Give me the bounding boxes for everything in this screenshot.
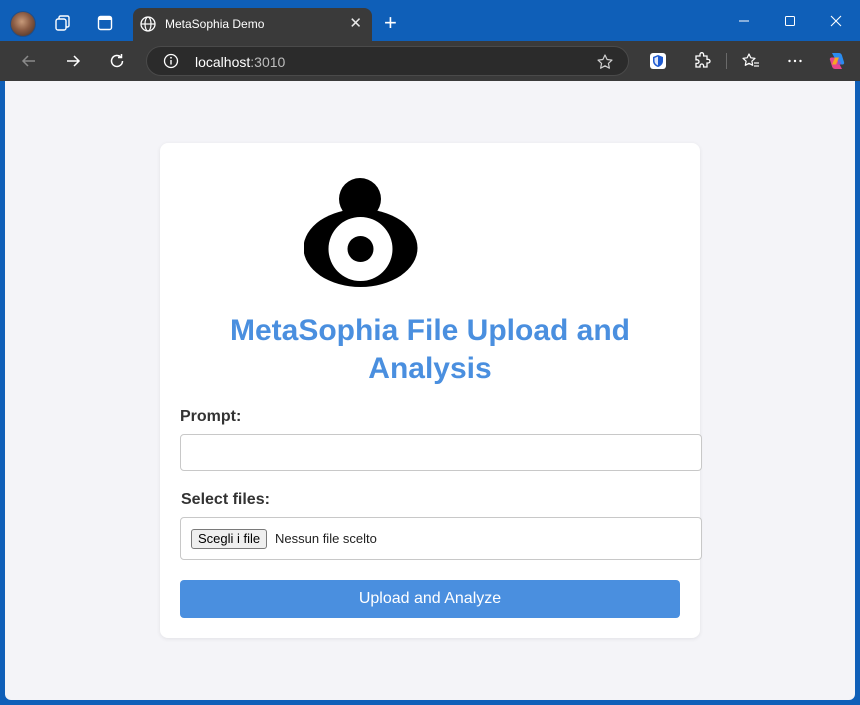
choose-files-button[interactable]: Scegli i file <box>191 529 268 549</box>
file-status-text: Nessun file scelto <box>275 531 377 546</box>
minimize-icon[interactable] <box>730 9 758 33</box>
window-close-icon[interactable] <box>822 9 850 33</box>
extensions-icon[interactable] <box>690 50 714 72</box>
favorite-star-icon[interactable] <box>596 53 614 76</box>
file-input[interactable]: Scegli i file Nessun file scelto <box>180 517 702 560</box>
workspaces-icon[interactable] <box>52 12 74 34</box>
tab-title: MetaSophia Demo <box>165 17 265 31</box>
tab-actions-icon[interactable] <box>94 12 116 34</box>
close-icon[interactable]: ✕ <box>349 16 362 31</box>
metasophia-logo <box>304 178 418 287</box>
globe-icon <box>139 15 157 38</box>
profile-avatar[interactable] <box>10 11 36 37</box>
browser-toolbar: localhost:3010 <box>0 41 860 81</box>
url-host: localhost <box>195 54 251 70</box>
url-port: :3010 <box>250 54 286 70</box>
maximize-icon[interactable] <box>776 9 804 33</box>
address-bar[interactable]: localhost:3010 <box>146 46 629 76</box>
info-icon[interactable] <box>163 53 179 74</box>
title-bar: MetaSophia Demo ✕ + <box>0 0 860 41</box>
files-label: Select files: <box>181 491 270 508</box>
refresh-icon[interactable] <box>105 50 129 72</box>
favorites-icon[interactable] <box>739 50 763 72</box>
extension-shield-icon[interactable] <box>646 50 670 72</box>
upload-card: MetaSophia File Upload and Analysis Prom… <box>160 143 702 638</box>
prompt-input[interactable] <box>180 434 702 471</box>
back-icon[interactable] <box>17 50 41 72</box>
prompt-label: Prompt: <box>180 408 242 425</box>
forward-icon[interactable] <box>61 50 85 72</box>
copilot-icon[interactable] <box>825 50 849 72</box>
page-viewport: MetaSophia File Upload and Analysis Prom… <box>5 81 855 700</box>
new-tab-icon[interactable]: + <box>384 12 397 34</box>
page-title: MetaSophia File Upload and Analysis <box>229 314 631 385</box>
url-text: localhost:3010 <box>195 54 285 70</box>
more-icon[interactable] <box>783 50 807 72</box>
active-tab[interactable]: MetaSophia Demo ✕ <box>133 8 372 41</box>
upload-analyze-button[interactable]: Upload and Analyze <box>180 580 680 618</box>
toolbar-separator <box>726 53 727 69</box>
